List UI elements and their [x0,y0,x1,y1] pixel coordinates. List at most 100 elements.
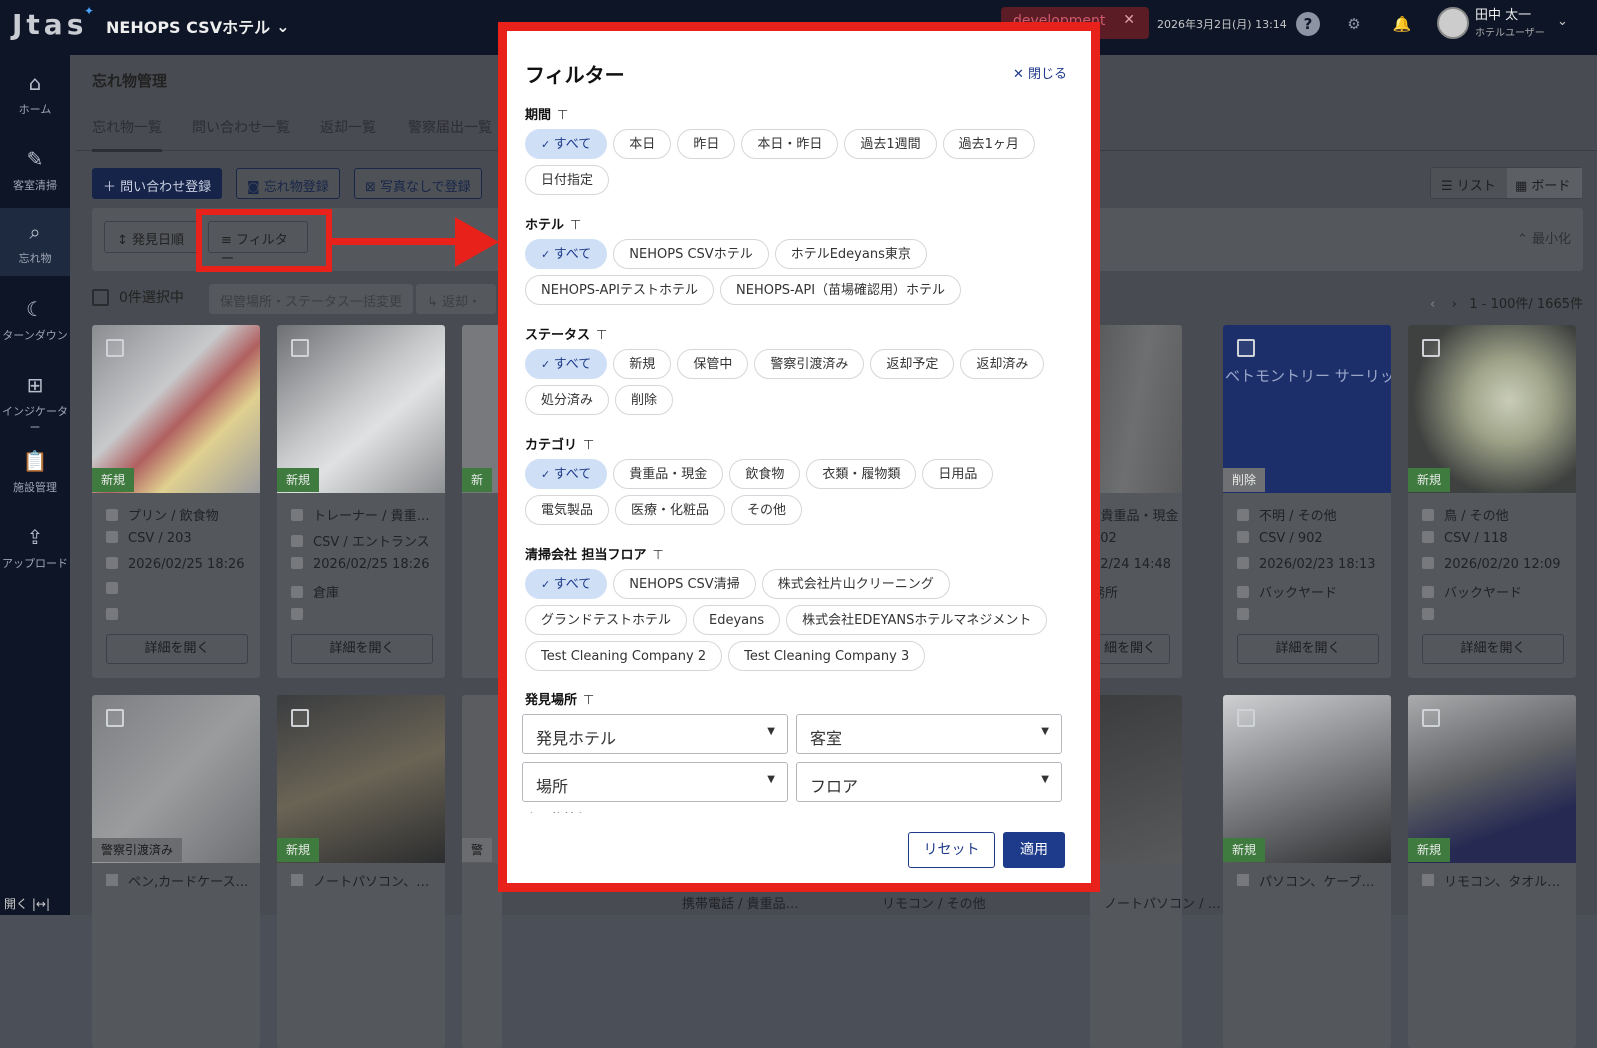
close-icon[interactable]: ✕ [1123,12,1135,28]
room-select[interactable]: 客室 ▼ [796,714,1062,754]
view-board-button[interactable]: ▦ ボード [1507,168,1582,198]
pin-icon[interactable]: ⊤ [583,438,594,453]
sort-button[interactable]: ↕ 発見日順 [104,221,201,253]
help-icon[interactable]: ? [1296,12,1320,36]
card-checkbox[interactable] [1237,339,1255,357]
open-detail-button[interactable]: 詳細を開く [1237,634,1379,664]
gear-icon[interactable]: ⚙ [1342,12,1366,36]
chip-cleaning[interactable]: 株式会社EDEYANSホテルマネジメント [786,605,1048,635]
prev-page-icon[interactable]: ‹ [1430,297,1435,312]
card-checkbox[interactable] [106,709,124,727]
chip-category[interactable]: 衣類・履物類 [806,459,917,489]
reset-button[interactable]: リセット [908,832,995,868]
chip-hotel-all[interactable]: すべて [525,239,608,269]
chip-status[interactable]: 返却済み [960,349,1045,379]
open-detail-button[interactable]: 詳細を開く [1422,634,1564,664]
open-detail-button[interactable]: 細を開く [1090,634,1170,664]
chevron-up-icon: ⌃ [1516,232,1532,247]
chip-cleaning[interactable]: Edeyans [693,605,781,635]
card-checkbox[interactable] [1422,339,1440,357]
card-checkbox[interactable] [1237,709,1255,727]
chip-period-yesterday[interactable]: 昨日 [677,129,736,159]
chip-status[interactable]: 新規 [613,349,672,379]
chip-cleaning-all[interactable]: すべて [525,569,608,599]
chip-cleaning[interactable]: Test Cleaning Company 3 [728,641,926,671]
add-inquiry-button[interactable]: ＋ 問い合わせ登録 [92,168,223,199]
sidebar-item-home[interactable]: ⌂ ホーム [0,71,70,117]
chip-category[interactable]: 飲食物 [729,459,801,489]
open-detail-button[interactable]: 詳細を開く [106,634,248,664]
chip-status[interactable]: 削除 [615,385,674,415]
apply-button[interactable]: 適用 [1003,832,1065,868]
user-name[interactable]: 田中 太一 [1475,9,1531,22]
card-checkbox[interactable] [291,709,309,727]
pin-icon[interactable]: ⊤ [570,218,581,233]
sidebar-expand[interactable]: 開く |↔| [4,895,50,912]
chip-category[interactable]: 貴重品・現金 [613,459,724,489]
chip-status[interactable]: 警察引渡済み [754,349,865,379]
select-all-checkbox[interactable] [92,288,109,306]
app-logo[interactable]: Jtas [12,8,87,41]
chip-period-all[interactable]: すべて [525,129,608,159]
tab-inquiries[interactable]: 問い合わせ一覧 [192,117,290,137]
tab-lost-items[interactable]: 忘れ物一覧 [92,117,162,152]
chip-period-month[interactable]: 過去1ヶ月 [942,129,1035,159]
chip-cleaning[interactable]: Test Cleaning Company 2 [525,641,723,671]
chip-period-week[interactable]: 過去1週間 [844,129,937,159]
chip-cleaning[interactable]: NEHOPS CSV清掃 [613,569,756,599]
chip-hotel[interactable]: NEHOPS-API（苗場確認用）ホテル [720,275,962,305]
chip-status[interactable]: 保管中 [677,349,749,379]
bell-icon[interactable]: 🔔 [1390,12,1414,36]
pin-icon[interactable]: ⊤ [596,328,607,343]
item-photo[interactable] [1090,695,1182,863]
sidebar-item-turndown[interactable]: ☾ ターンダウン [0,297,70,343]
hotel-chips: すべて NEHOPS CSVホテル ホテルEdeyans東京 NEHOPS-AP… [525,239,1073,305]
card-checkbox[interactable] [291,339,309,357]
bulk-change-button[interactable]: 保管場所・ステータス一括変更 [209,284,414,314]
card-title: パソコン、ケーブ… [1237,871,1374,890]
tab-police[interactable]: 警察届出一覧 [408,117,492,137]
chip-category[interactable]: 日用品 [922,459,994,489]
register-no-photo-button[interactable]: ⊠ 写真なしで登録 [354,168,482,199]
pin-icon[interactable]: ⊤ [557,108,568,123]
chip-cleaning[interactable]: グランドテストホテル [525,605,688,635]
chip-status-all[interactable]: すべて [525,349,608,379]
chip-category[interactable]: 電気製品 [525,495,610,525]
chip-category[interactable]: その他 [731,495,803,525]
tab-returns[interactable]: 返却一覧 [320,117,376,137]
return-button[interactable]: ↳ 返却・ [416,284,496,314]
sidebar-item-cleaning[interactable]: ✎ 客室清掃 [0,147,70,193]
chip-period-today[interactable]: 本日 [613,129,672,159]
floor-select[interactable]: フロア ▼ [796,762,1062,802]
modal-close-button[interactable]: ✕ 閉じる [1013,63,1067,82]
sidebar-item-facility[interactable]: 📋 施設管理 [0,449,70,495]
register-item-button[interactable]: ◙ 忘れ物登録 [236,168,340,199]
chip-period-custom[interactable]: 日付指定 [525,165,610,195]
chip-period-today-yesterday[interactable]: 本日・昨日 [741,129,839,159]
open-detail-button[interactable]: 詳細を開く [291,634,433,664]
sidebar-item-upload[interactable]: ⇪ アップロード [0,525,70,571]
chevron-down-icon[interactable]: ⌄ [1557,14,1568,29]
chip-hotel[interactable]: NEHOPS-APIテストホテル [525,275,715,305]
card-checkbox[interactable] [1422,709,1440,727]
chip-hotel[interactable]: NEHOPS CSVホテル [613,239,769,269]
chip-status[interactable]: 処分済み [525,385,610,415]
place-select[interactable]: 場所 ▼ [522,762,788,802]
item-photo[interactable] [1090,325,1182,493]
sidebar-item-lost-items[interactable]: ⌕ 忘れ物 [0,208,70,276]
sidebar-item-indicator[interactable]: ⊞ インジケーター [0,373,70,435]
hotel-selector[interactable]: NEHOPS CSVホテル ⌄ [106,14,290,38]
pin-icon[interactable]: ⊤ [653,548,664,563]
next-page-icon[interactable]: › [1452,297,1457,312]
chip-category[interactable]: 医療・化粧品 [615,495,726,525]
view-list-button[interactable]: ☰ リスト [1441,175,1496,194]
pin-icon[interactable]: ⊤ [583,693,594,708]
found-hotel-select[interactable]: 発見ホテル ▼ [522,714,788,754]
chip-hotel[interactable]: ホテルEdeyans東京 [774,239,927,269]
chip-cleaning[interactable]: 株式会社片山クリーニング [761,569,950,599]
chip-status[interactable]: 返却予定 [870,349,955,379]
chip-category-all[interactable]: すべて [525,459,608,489]
card-checkbox[interactable] [106,339,124,357]
avatar[interactable] [1437,7,1469,39]
minimize-button[interactable]: ⌃ 最小化 [1517,228,1571,247]
